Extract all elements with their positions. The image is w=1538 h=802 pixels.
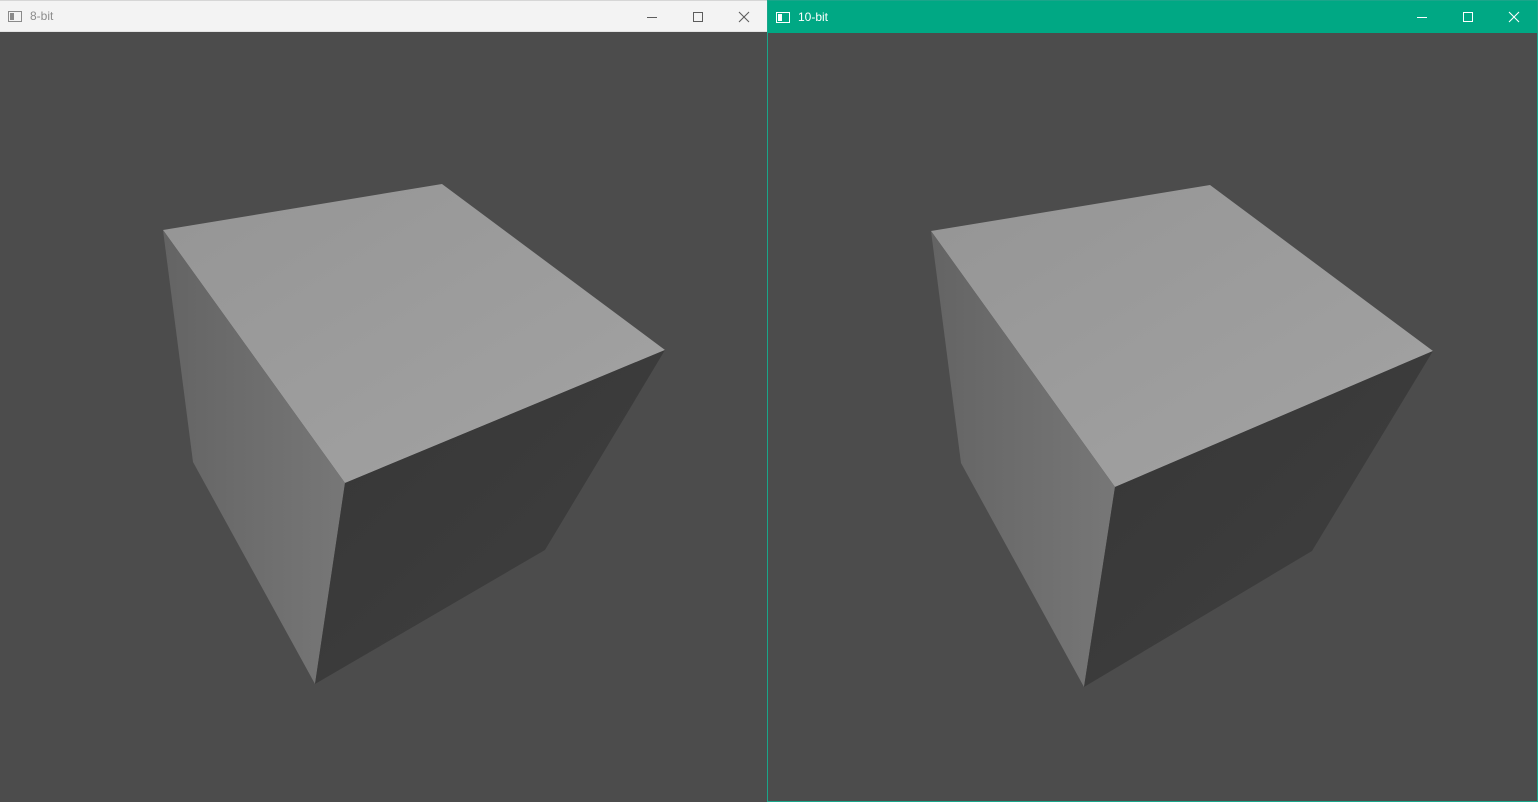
window-controls — [629, 1, 767, 33]
window-controls — [1399, 1, 1537, 33]
window-8bit: 8-bit — [0, 0, 767, 802]
maximize-icon — [1463, 12, 1473, 22]
minimize-button[interactable] — [1399, 1, 1445, 33]
render-viewport[interactable] — [0, 32, 767, 802]
minimize-icon — [1417, 17, 1427, 18]
minimize-icon — [647, 17, 657, 18]
window-title: 10-bit — [798, 10, 829, 24]
title-bar[interactable]: 10-bit — [768, 1, 1537, 33]
title-bar[interactable]: 8-bit — [0, 0, 767, 32]
cube — [163, 184, 665, 684]
window-10bit: 10-bit — [767, 0, 1538, 802]
maximize-button[interactable] — [1445, 1, 1491, 33]
close-button[interactable] — [1491, 1, 1537, 33]
app-window-icon — [8, 10, 22, 22]
cube — [931, 185, 1433, 687]
minimize-button[interactable] — [629, 1, 675, 33]
maximize-button[interactable] — [675, 1, 721, 33]
close-icon — [1508, 11, 1520, 23]
render-viewport[interactable] — [768, 33, 1537, 801]
close-button[interactable] — [721, 1, 767, 33]
render-canvas — [931, 185, 1433, 687]
app-window-icon — [776, 11, 790, 23]
render-canvas — [163, 184, 665, 684]
window-title: 8-bit — [30, 9, 54, 23]
close-icon — [738, 11, 750, 23]
maximize-icon — [693, 12, 703, 22]
